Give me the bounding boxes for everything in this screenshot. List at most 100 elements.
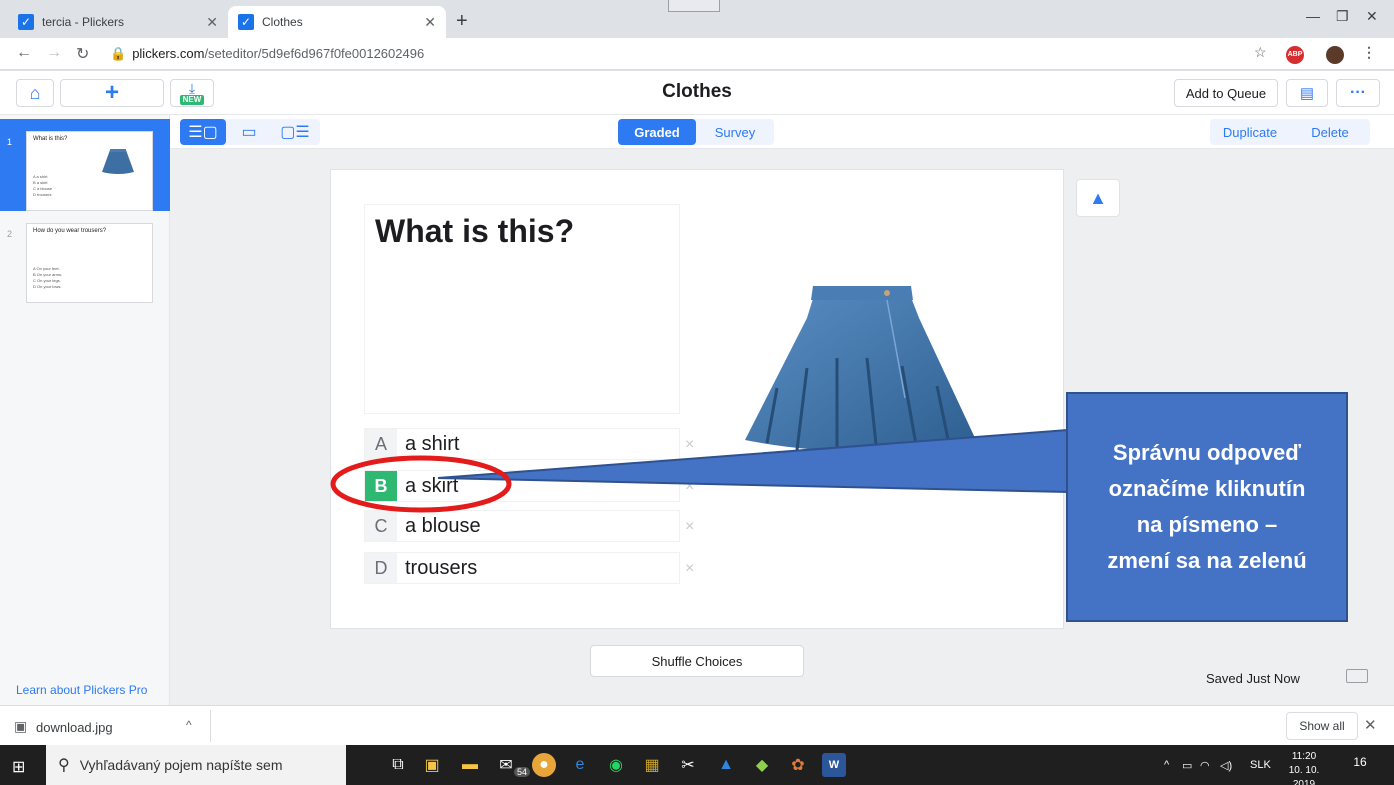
taskbar-search-input[interactable]: ⚲ Vyhľadávaný pojem napíšte sem [46,745,346,785]
add-slide-button[interactable]: + [60,79,164,107]
window-drag-handle[interactable] [668,0,720,12]
app-icon[interactable]: ▲ [714,753,738,777]
answer-letter-button[interactable]: C [365,511,397,541]
close-window-icon[interactable]: ✕ [1366,8,1378,25]
app-icon[interactable]: ✂ [676,753,700,777]
bookmark-star-icon[interactable]: ☆ [1254,44,1267,61]
search-icon: ⚲ [58,757,70,774]
layout-stacked-icon: ▭ [241,124,257,141]
slide-preview: How do you wear trousers? A On your feet… [26,223,153,303]
duplicate-button[interactable]: Duplicate [1210,119,1290,145]
store-icon[interactable]: ▣ [420,753,444,777]
close-download-bar-icon[interactable]: ✕ [1364,716,1377,734]
lock-icon: 🔒 [110,46,127,61]
layout-stacked-button[interactable]: ▭ [226,119,272,145]
layout-text-image-icon: ☰▢ [188,124,218,141]
import-button[interactable]: ⤓ NEW [170,79,214,107]
reload-icon[interactable]: ↻ [76,44,89,64]
layout-image-text-button[interactable]: ▢☰ [272,119,318,145]
language-indicator[interactable]: SLK [1250,759,1271,771]
url-field[interactable]: 🔒 plickers.com/seteditor/5d9ef6d967f0fe00… [110,46,424,62]
answer-text: a blouse [405,514,481,537]
chrome-icon[interactable]: ● [532,753,556,777]
question-field[interactable]: What is this? [364,204,680,414]
battery-icon[interactable]: ▭ [1182,759,1192,772]
answer-choice[interactable]: B a skirt [364,470,680,502]
mail-badge: 54 [514,767,531,777]
callout-line: Správnu odpoveď [1112,440,1302,465]
slide-canvas: What is this? A a shirt × B a skirt × C … [330,169,1064,629]
shuffle-choices-button[interactable]: Shuffle Choices [590,645,804,677]
forward-arrow-icon[interactable]: → [46,44,62,62]
skirt-image[interactable] [737,278,987,458]
volume-icon[interactable]: ◁) [1220,759,1232,772]
editor-toolbar: ☰▢ ▭ ▢☰ Graded Survey Duplicate Delete [170,115,1394,149]
answer-text: a shirt [405,432,460,455]
page-title: Clothes [662,81,732,102]
remove-answer-icon[interactable]: × [685,478,694,496]
document-button[interactable]: ▤ [1286,79,1328,107]
close-tab-icon[interactable]: ✕ [206,14,218,31]
slide-list-sidebar: 1 What is this? A a shirt B a skirt C a … [0,115,170,705]
layout-image-text-icon: ▢☰ [280,124,310,141]
answer-letter-button[interactable]: A [365,429,397,459]
file-explorer-icon[interactable]: ▬ [458,753,482,777]
survey-button[interactable]: Survey [696,119,774,145]
maximize-icon[interactable]: ❐ [1336,8,1349,25]
app-icon[interactable]: ✿ [786,753,810,777]
layout-text-image-button[interactable]: ☰▢ [180,119,226,145]
more-options-button[interactable]: ··· [1336,79,1380,107]
keyboard-shortcuts-icon[interactable] [1346,669,1368,683]
minimize-icon[interactable]: — [1306,8,1320,24]
tab-clothes[interactable]: ✓ Clothes ✕ [228,6,446,38]
task-view-icon[interactable]: ⧉ [386,753,410,777]
remove-answer-icon[interactable]: × [685,518,694,536]
answer-choice[interactable]: A a shirt [364,428,680,460]
save-status: Saved Just Now [1206,671,1300,686]
app-icon[interactable]: ◆ [750,753,774,777]
close-tab-icon[interactable]: ✕ [424,14,436,31]
delete-button[interactable]: Delete [1290,119,1370,145]
add-to-queue-button[interactable]: Add to Queue [1174,79,1278,107]
slide-thumbnail[interactable]: 1 What is this? A a shirt B a skirt C a … [0,119,170,211]
remove-answer-icon[interactable]: × [685,436,694,454]
browser-tab-strip: ✓ tercia - Plickers ✕ ✓ Clothes ✕ + — ❐ … [0,0,1394,38]
download-item[interactable]: download.jpg [36,720,113,735]
slide-thumbnail[interactable]: 2 How do you wear trousers? A On your fe… [0,211,170,303]
windows-start-icon[interactable]: ⊞ [12,757,25,777]
slide-actions: Duplicate Delete [1210,119,1370,145]
graded-button[interactable]: Graded [618,119,696,145]
app-icon[interactable]: ▦ [640,753,664,777]
show-all-button[interactable]: Show all [1286,712,1358,740]
tray-chevron-icon[interactable]: ^ [1164,759,1169,771]
slide-preview-answer: D On your lows. [33,284,62,289]
notifications-icon[interactable]: 16 [1350,755,1370,775]
profile-avatar-icon[interactable] [1326,46,1344,64]
clock[interactable]: 11:20 10. 10. 2019 [1278,750,1330,785]
edge-icon[interactable]: e [568,753,592,777]
adblock-extension-icon[interactable]: ABP [1286,46,1304,64]
url-path: /seteditor/5d9ef6d967f0fe0012602496 [204,46,425,61]
word-icon[interactable]: W [822,753,846,777]
back-arrow-icon[interactable]: ← [16,44,32,62]
whatsapp-icon[interactable]: ◉ [604,753,628,777]
url-host: plickers.com [132,46,205,61]
remove-answer-icon[interactable]: × [685,560,694,578]
network-icon[interactable]: ◠ [1200,759,1210,772]
home-button[interactable]: ⌂ [16,79,54,107]
tab-tercia-plickers[interactable]: ✓ tercia - Plickers ✕ [8,6,228,38]
learn-about-pro-link[interactable]: Learn about Plickers Pro [16,683,147,697]
add-image-button[interactable]: ▲ [1076,179,1120,217]
answer-letter-button[interactable]: B [365,471,397,501]
download-bar: ▣ download.jpg ^ Show all ✕ [0,705,1394,745]
windows-taskbar: ⊞ ⚲ Vyhľadávaný pojem napíšte sem ⧉ ▣ ▬ … [0,745,1394,785]
answer-choice[interactable]: D trousers [364,552,680,584]
slide-number: 2 [7,229,13,239]
answer-letter-button[interactable]: D [365,553,397,583]
callout-line: zmení sa na zelenú [1107,548,1307,573]
new-tab-button[interactable]: + [456,10,468,33]
chrome-menu-icon[interactable]: ⋮ [1362,44,1376,61]
answer-choice[interactable]: C a blouse [364,510,680,542]
chevron-up-icon[interactable]: ^ [186,718,192,732]
image-icon: ▲ [1089,187,1107,208]
